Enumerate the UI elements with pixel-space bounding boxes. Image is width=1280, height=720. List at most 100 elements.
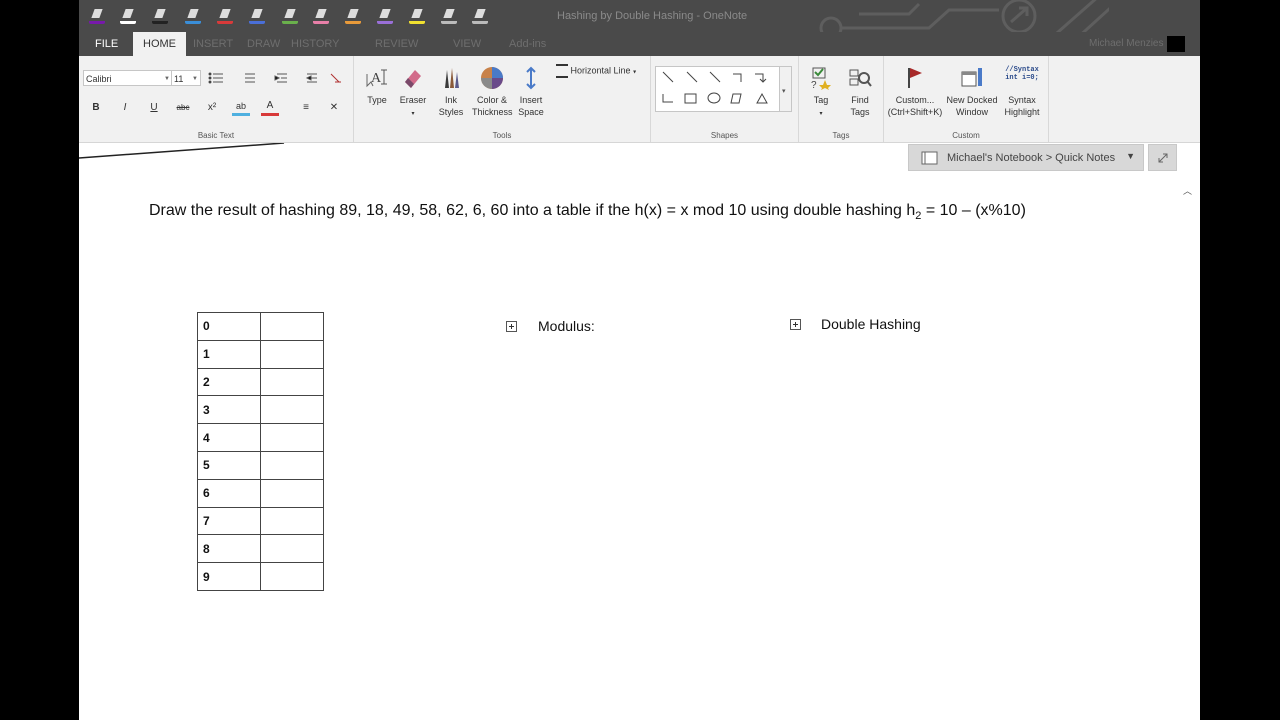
pen-red-icon[interactable] [217,8,233,24]
new-docked-window-button[interactable]: New Docked Window [944,66,1000,118]
lasso-icon[interactable] [441,8,457,24]
highlighter-yellow-icon[interactable] [409,8,425,24]
pen-glyph [284,9,296,18]
strikethrough-button[interactable]: abc [174,99,192,117]
table-index-cell[interactable]: 0 [197,312,261,341]
tab-view[interactable]: VIEW [443,32,491,56]
horizontal-line-button[interactable]: Horizontal Line ▾ [556,64,646,78]
pen-pink-icon[interactable] [313,8,329,24]
tab-history[interactable]: HISTORY [281,32,350,56]
table-index-cell[interactable]: 2 [197,367,261,397]
align-button[interactable]: ≡ [297,99,315,117]
tab-review[interactable]: REVIEW [365,32,428,56]
underline-button[interactable]: U [145,99,163,117]
tab-addins[interactable]: Add-ins [499,32,556,56]
group-tools: A Type Eraser ▾ Ink Styles Color & Thickn… [354,56,651,142]
pen-glyph [154,9,166,18]
find-tags-button[interactable]: Find Tags [843,66,877,118]
insert-space-icon [526,66,536,90]
tag-button[interactable]: ? Tag ▾ [805,66,837,120]
list-indent-controls[interactable] [207,70,347,86]
table-row: 4 [197,423,324,452]
type-button[interactable]: A Type [362,66,392,106]
group-label: Shapes [710,131,739,140]
svg-text:A: A [371,71,382,86]
table-index-cell[interactable]: 3 [197,395,261,425]
tab-home[interactable]: HOME [133,32,186,56]
table-value-cell[interactable] [260,478,324,508]
table-value-cell[interactable] [260,395,324,425]
tag-icon: ? [811,67,831,90]
expand-outline-icon[interactable] [790,319,801,330]
tab-file[interactable]: FILE [85,32,128,56]
bold-button[interactable]: B [87,99,105,117]
back-icon[interactable] [120,8,136,24]
collapse-ribbon-icon[interactable]: ︿ [1183,184,1192,197]
color-thickness-label: Color & Thickness [472,95,513,117]
tab-insert[interactable]: INSERT [183,32,243,56]
table-index-cell[interactable]: 6 [197,478,261,508]
highlight-button[interactable]: ab [232,99,250,116]
table-index-cell[interactable]: 5 [197,450,261,480]
notebook-icon [921,151,938,165]
clear-formatting-button[interactable]: ✕ [325,99,343,117]
group-label: Tools [492,131,512,140]
expand-outline-icon[interactable] [506,321,517,332]
table-index-cell[interactable]: 9 [197,562,261,591]
table-value-cell[interactable] [260,562,324,591]
table-row: 6 [197,478,324,508]
italic-button[interactable]: I [116,99,134,117]
pen-glyph [315,9,327,18]
table-value-cell[interactable] [260,339,324,369]
horizontal-line-icon [556,64,568,78]
onenote-logo-icon[interactable] [89,8,105,24]
subscript-button[interactable]: x² [203,99,221,117]
double-hashing-label: Double Hashing [821,316,921,332]
table-value-cell[interactable] [260,506,324,536]
font-color-button[interactable]: A [261,99,279,116]
pen-purple-icon[interactable] [377,8,393,24]
ink-styles-button[interactable]: Ink Styles [434,66,468,118]
insert-space-button[interactable]: Insert Space [514,66,548,118]
table-index-cell[interactable]: 7 [197,506,261,536]
svg-text:?: ? [811,80,817,90]
pen-glyph [187,9,199,18]
table-value-cell[interactable] [260,450,324,480]
notebook-navigator[interactable]: Michael's Notebook > Quick Notes ▼ [908,144,1144,171]
pen-glyph [443,9,455,18]
notebook-label: Michael's Notebook > Quick Notes [947,152,1116,164]
pen-orange-icon[interactable] [345,8,361,24]
custom-button[interactable]: Custom... (Ctrl+Shift+K) [884,66,946,118]
avatar[interactable] [1167,36,1185,52]
table-value-cell[interactable] [260,312,324,341]
shapes-gallery[interactable]: ▾ [655,66,793,112]
eraser-icon [405,70,421,88]
table-value-cell[interactable] [260,423,324,452]
syntax-highlight-button[interactable]: //Syntax int i=0; Syntax Highlight [1000,66,1044,118]
font-size-select[interactable]: 11 ▼ [171,70,201,86]
ink-styles-label: Ink Styles [438,95,464,117]
user-name[interactable]: Michael Menzies [1089,38,1163,49]
ribbon: Calibri ▼ 11 ▼ B I U abc x² ab A ≡ ✕ Bas… [79,56,1200,196]
table-value-cell[interactable] [260,534,324,564]
pen-blue2-icon[interactable] [249,8,265,24]
expand-icon [1158,153,1168,163]
table-value-cell[interactable] [260,367,324,397]
eraser-button[interactable]: Eraser ▾ [398,66,428,120]
touch-mode-icon[interactable] [472,8,488,24]
pen-green-icon[interactable] [282,8,298,24]
table-index-cell[interactable]: 8 [197,534,261,564]
color-wheel-icon [481,67,503,89]
pen-black-icon[interactable] [152,8,168,24]
eraser-label: Eraser [399,95,427,105]
color-thickness-button[interactable]: Color & Thickness [472,66,513,118]
pen-blue-icon[interactable] [185,8,201,24]
hash-table[interactable]: 0123456789 [197,312,324,591]
pen-glyph [219,9,231,18]
table-index-cell[interactable]: 4 [197,423,261,452]
type-label: Type [367,95,387,105]
table-index-cell[interactable]: 1 [197,339,261,369]
full-page-view-button[interactable] [1148,144,1177,171]
font-name-select[interactable]: Calibri ▼ [83,70,173,86]
pen-glyph [379,9,391,18]
